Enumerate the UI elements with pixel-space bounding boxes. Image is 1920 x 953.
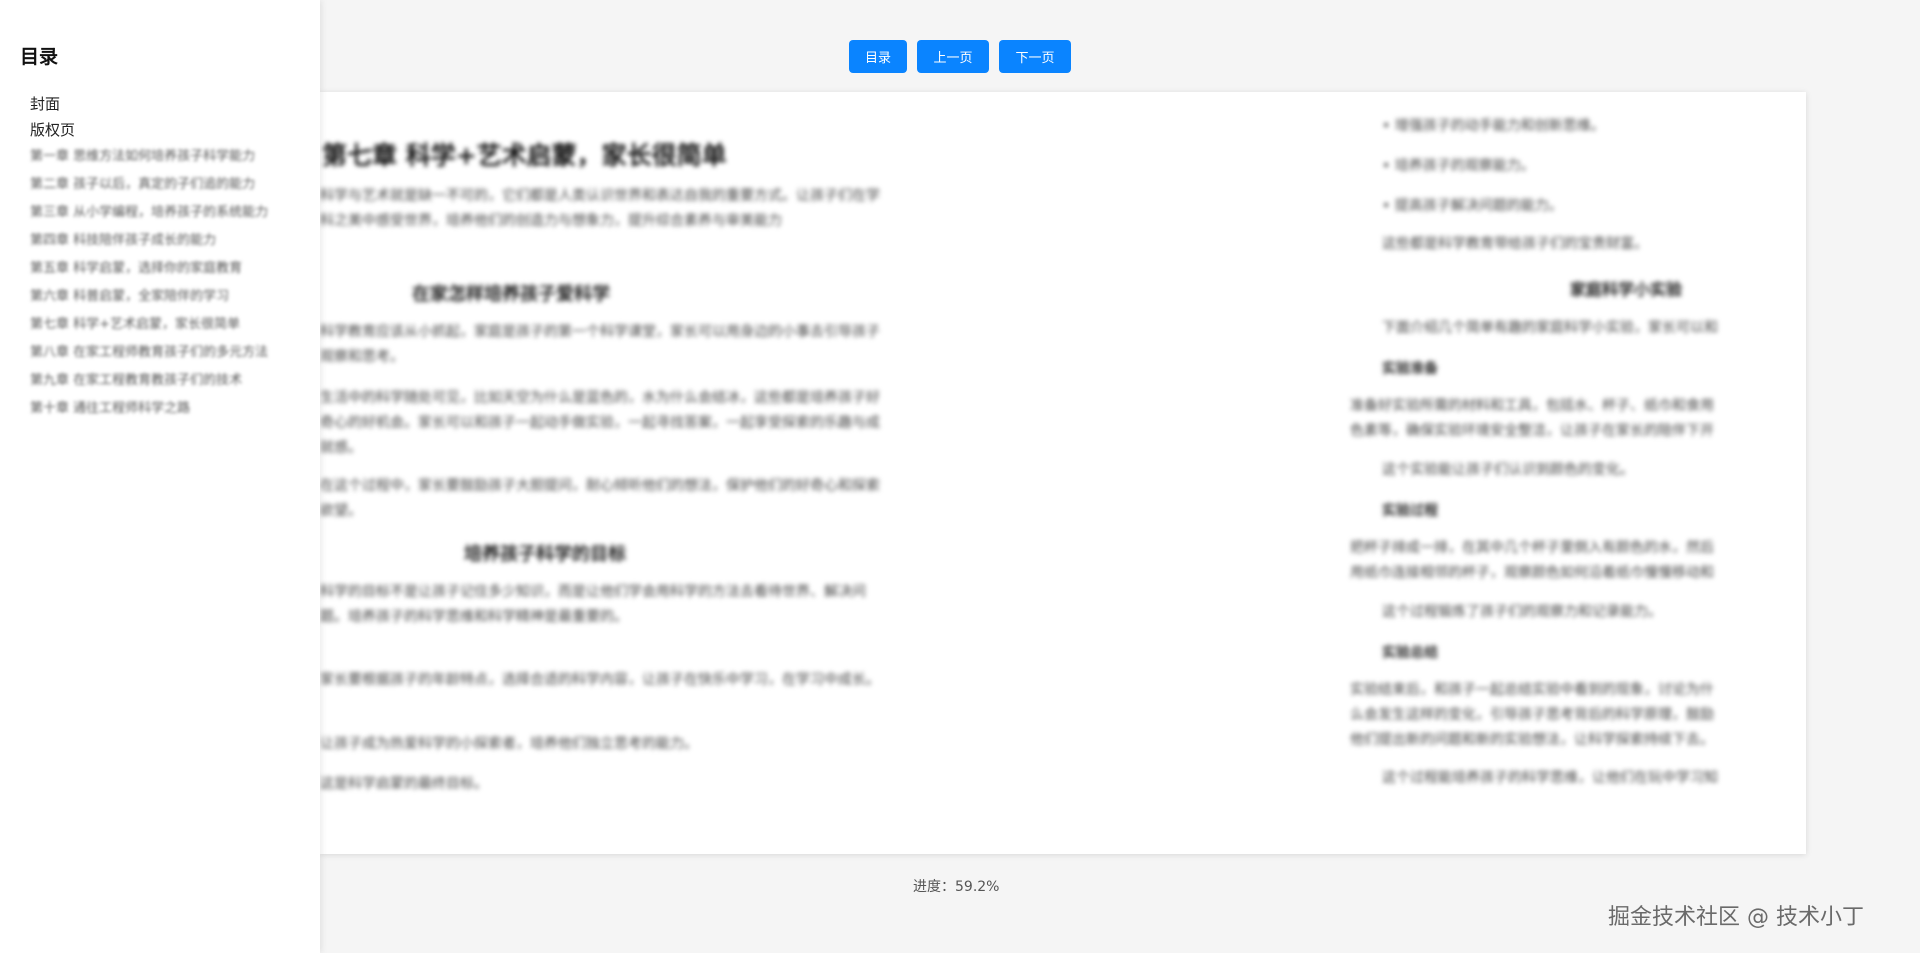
subsection-title: 实验准备 [1382, 358, 1438, 378]
next-page-button[interactable]: 下一页 [999, 40, 1071, 73]
toc-item-chapter-2[interactable]: 第二章 孩子以后，真定的子们追的能力 [20, 171, 300, 199]
progress-value: 59.2% [955, 879, 999, 895]
paragraph: 家长要根据孩子的年龄特点，选择合适的科学内容，让孩子在快乐中学习，在学习中成长。 [320, 668, 880, 693]
toc-panel: 目录 封面 版权页 第一章 思维方法如何培养孩子科学能力 第二章 孩子以后，真定… [0, 0, 320, 953]
toc-item-chapter-4[interactable]: 第四章 科技陪伴孩子成长的能力 [20, 227, 300, 255]
toc-item-cover[interactable]: 封面 [20, 91, 300, 117]
book-spread[interactable]: 第七章 科学+艺术启蒙，家长很简单 科学与艺术就是缺一不可的，它们都是人类认识世… [320, 92, 1806, 854]
paragraph: 这是科学启蒙的最终目标。 [320, 772, 880, 797]
paragraph: 准备好实验所需的材料和工具，包括水、杯子、纸巾和食用色素等，确保实验环境安全整洁… [1350, 394, 1720, 444]
paragraph: 这个过程能培养孩子的科学思维，让他们在玩中学习知识。 [1382, 766, 1720, 791]
toc-item-chapter-10[interactable]: 第十章 通往工程师科学之路 [20, 395, 300, 423]
toc-item-chapter-5[interactable]: 第五章 科学启蒙，选择你的家庭教育 [20, 255, 300, 283]
subsection-title: 实验过程 [1382, 500, 1438, 520]
paragraph: 把杯子排成一排，在其中几个杯子里倒入有颜色的水，然后用纸巾连接相邻的杯子，观察颜… [1350, 536, 1720, 586]
chapter-intro: 科学与艺术就是缺一不可的，它们都是人类认识世界和表达自我的重要方式。让孩子们在学… [320, 184, 880, 234]
section-title: 家庭科学小实验 [1570, 276, 1682, 300]
left-page: 第七章 科学+艺术启蒙，家长很简单 科学与艺术就是缺一不可的，它们都是人类认识世… [320, 92, 880, 854]
chapter-title: 第七章 科学+艺术启蒙，家长很简单 [322, 136, 727, 172]
toc-item-chapter-8[interactable]: 第八章 在家工程师教育孩子们的多元方法 [20, 339, 300, 367]
watermark: 掘金技术社区 @ 技术小丁 [1608, 899, 1864, 931]
paragraph: 这些都是科学教育带给孩子们的宝贵财富。 [1382, 232, 1720, 257]
toc-item-chapter-7[interactable]: 第七章 科学+艺术启蒙，家长很简单 [20, 311, 300, 339]
right-page: • 增强孩子的动手能力和创新思维。 • 培养孩子的观察能力。 • 提高孩子解决问… [1030, 92, 1720, 854]
paragraph: 这个实验能让孩子们认识到颜色的变化。 [1382, 458, 1720, 483]
paragraph: 生活中的科学随处可见，比如天空为什么是蓝色的，水为什么会结冰，这些都是培养孩子好… [320, 386, 880, 461]
paragraph: 让孩子成为热爱科学的小探索者，培养他们独立思考的能力。 [320, 732, 880, 757]
paragraph: 科学的目标不是让孩子记住多少知识，而是让他们学会用科学的方法去看待世界、解决问题… [320, 580, 880, 655]
paragraph: 实验结束后，和孩子一起总结实验中看到的现象，讨论为什么会发生这样的变化，引导孩子… [1350, 678, 1720, 753]
toc-title: 目录 [20, 42, 300, 69]
bullet-item: • 培养孩子的观察能力。 [1382, 155, 1535, 175]
section-title: 培养孩子科学的目标 [464, 540, 626, 566]
bullet-item: • 提高孩子解决问题的能力。 [1382, 195, 1563, 215]
toc-list: 封面 版权页 第一章 思维方法如何培养孩子科学能力 第二章 孩子以后，真定的子们… [20, 91, 300, 423]
bullet-item: • 增强孩子的动手能力和创新思维。 [1382, 115, 1605, 135]
section-title: 在家怎样培养孩子爱科学 [412, 280, 610, 306]
reader-toolbar: 目录 上一页 下一页 [849, 40, 1071, 73]
paragraph: 在这个过程中，家长要鼓励孩子大胆提问，耐心倾听他们的想法，保护他们的好奇心和探索… [320, 474, 880, 524]
toc-item-chapter-3[interactable]: 第三章 从小学编程，培养孩子的系统能力 [20, 199, 300, 227]
paragraph: 科学教育应该从小抓起，家庭是孩子的第一个科学课堂，家长可以用身边的小事去引导孩子… [320, 320, 880, 370]
paragraph: 这个过程锻炼了孩子们的观察力和记录能力。 [1382, 600, 1720, 625]
toc-item-chapter-6[interactable]: 第六章 科普启蒙，全家陪伴的学习 [20, 283, 300, 311]
paragraph: 下面介绍几个简单有趣的家庭科学小实验，家长可以和孩子一起动手完成。 [1382, 316, 1720, 341]
prev-page-button[interactable]: 上一页 [917, 40, 989, 73]
toc-item-chapter-9[interactable]: 第九章 在家工程教育教孩子们的技术 [20, 367, 300, 395]
toc-item-chapter-1[interactable]: 第一章 思维方法如何培养孩子科学能力 [20, 143, 300, 171]
reading-progress: 进度：59.2% [913, 876, 999, 896]
toc-button[interactable]: 目录 [849, 40, 907, 73]
progress-label: 进度： [913, 879, 955, 895]
toc-item-copyright[interactable]: 版权页 [20, 117, 300, 143]
subsection-title: 实验总结 [1382, 642, 1438, 662]
